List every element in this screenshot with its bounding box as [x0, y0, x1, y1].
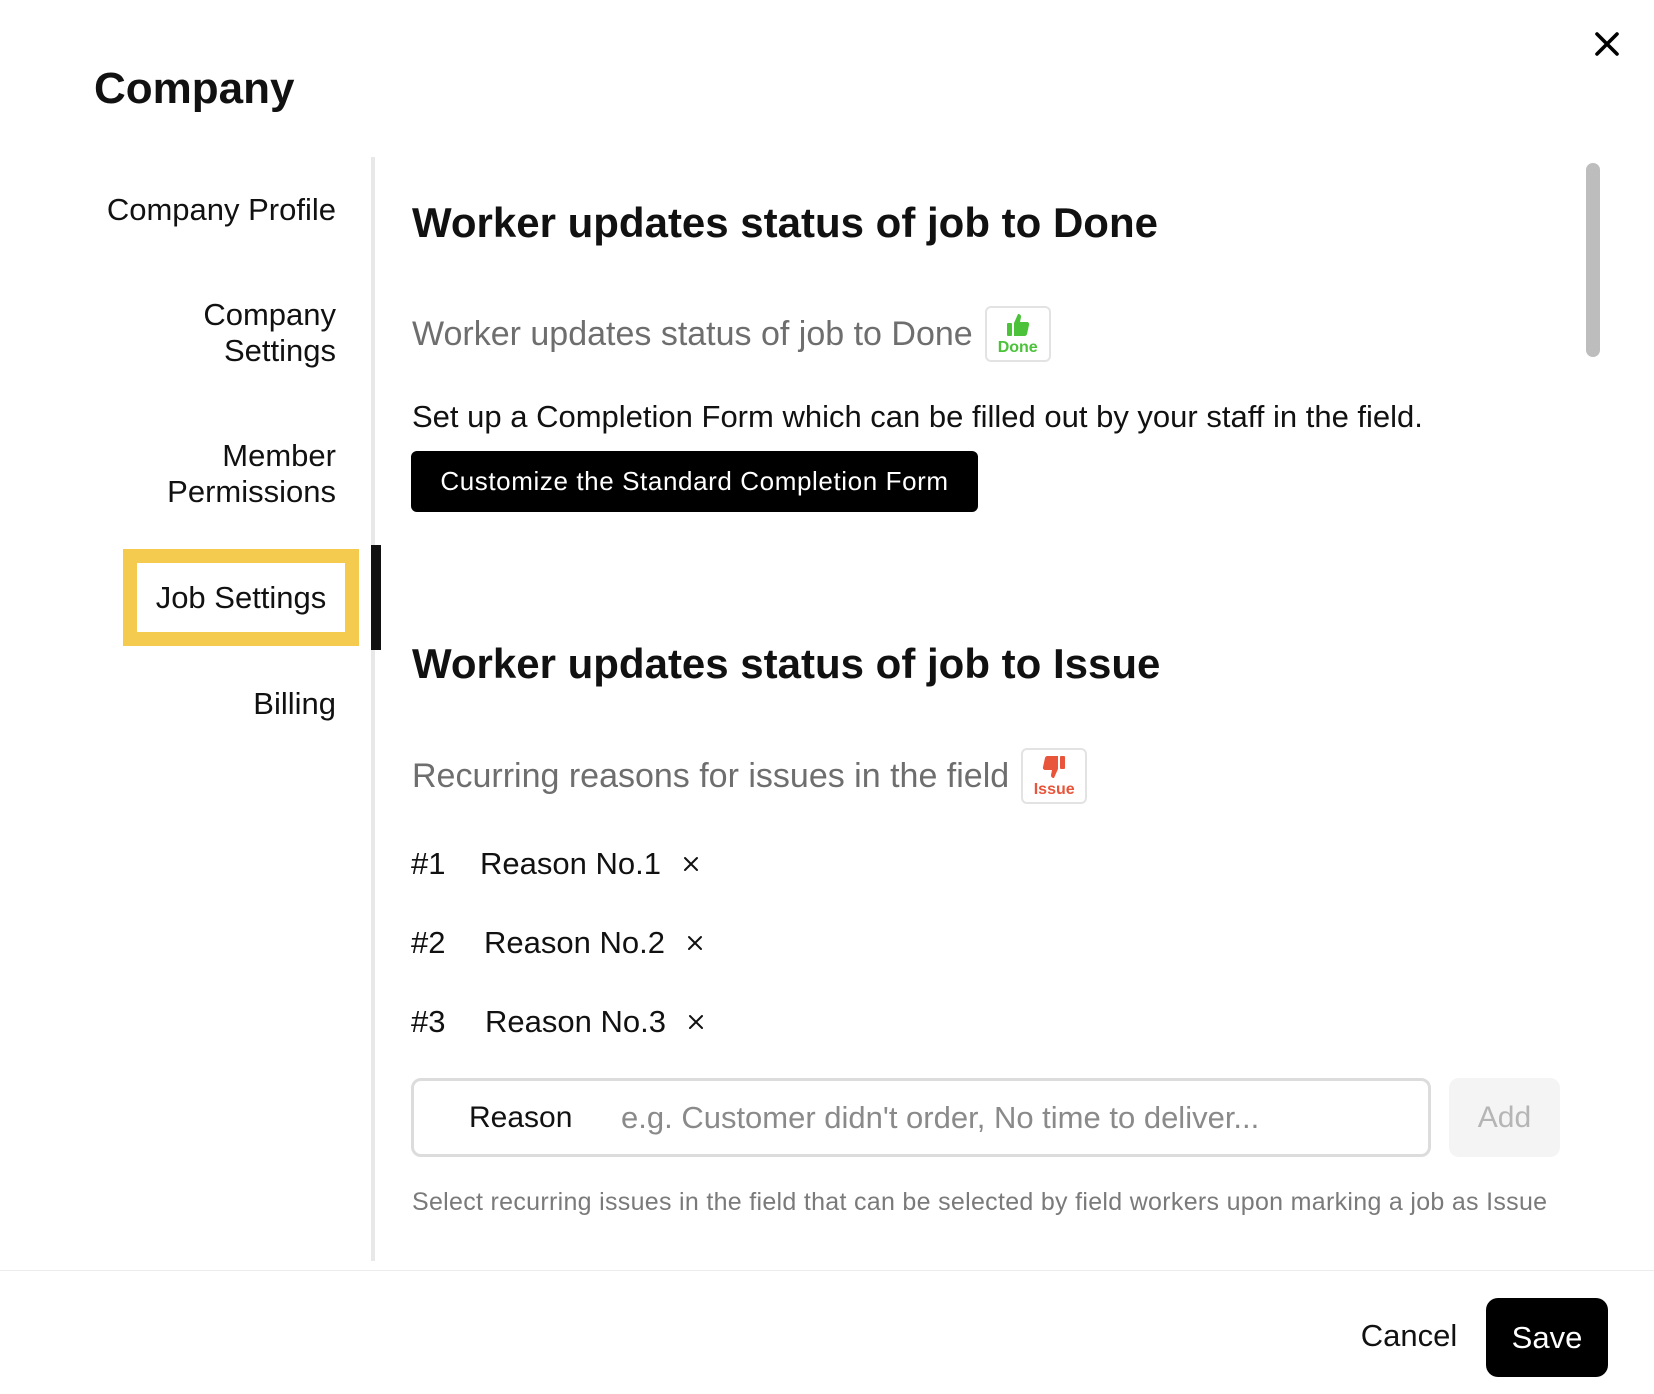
company-dialog: Company Company Profile Company Settings… [0, 0, 1654, 1394]
sidebar-item-label: Company Profile [106, 192, 336, 227]
sidebar-item-label: Job Settings [155, 579, 327, 615]
sidebar-item-member-permissions[interactable]: Member Permissions [167, 438, 336, 510]
cancel-button[interactable]: Cancel [1354, 1296, 1464, 1376]
sidebar-item-label: Member [222, 438, 336, 473]
done-badge-label: Done [997, 339, 1038, 356]
reason-number: #1 [411, 846, 446, 881]
sidebar-item-label: Billing [253, 686, 336, 721]
scrollbar-thumb[interactable] [1586, 163, 1600, 357]
sidebar-item-company-profile[interactable]: Company Profile [107, 192, 336, 228]
completion-form-description: Set up a Completion Form which can be fi… [412, 399, 1423, 434]
reason-input-label: Reason [469, 1100, 573, 1134]
reason-input[interactable] [621, 1099, 1381, 1136]
issue-badge-label: Issue [1033, 781, 1075, 798]
sidebar-item-job-settings[interactable]: Job Settings [123, 549, 359, 646]
thumbs-up-icon [1006, 314, 1029, 336]
reason-number: #3 [411, 1004, 446, 1039]
sidebar-active-indicator [371, 545, 381, 650]
remove-reason-button[interactable] [683, 844, 709, 871]
issue-section-heading: Worker updates status of job to Issue [412, 640, 1161, 687]
add-reason-button[interactable]: Add [1449, 1078, 1560, 1157]
remove-reason-button[interactable] [688, 1002, 714, 1029]
close-icon [1595, 32, 1619, 56]
reason-number: #2 [411, 925, 446, 960]
issue-section-subtitle: Recurring reasons for issues in the fiel… [412, 748, 1088, 804]
customize-completion-form-button[interactable]: Customize the Standard Completion Form [411, 451, 978, 512]
done-section-heading: Worker updates status of job to Done [412, 199, 1158, 246]
remove-reason-button[interactable] [687, 923, 713, 950]
save-button[interactable]: Save [1486, 1298, 1608, 1377]
close-icon [688, 1015, 703, 1029]
sidebar-item-label: Permissions [167, 474, 336, 509]
dialog-title: Company [94, 64, 295, 113]
sidebar-item-label: Settings [223, 333, 336, 368]
sidebar-item-billing[interactable]: Billing [253, 686, 336, 722]
sidebar-item-label: Company [203, 297, 336, 332]
done-subtitle-text: Worker updates status of job to Done [412, 314, 973, 353]
reason-input-field[interactable]: Reason [411, 1078, 1431, 1157]
reason-text: Reason No.3 [485, 1004, 666, 1039]
sidebar-item-company-settings[interactable]: Company Settings [203, 297, 336, 369]
done-section-subtitle: Worker updates status of job to Done Don… [412, 306, 1051, 362]
list-item: #2 Reason No.2 [411, 925, 713, 961]
list-item: #1 Reason No.1 [411, 846, 709, 882]
issue-status-badge: Issue [1021, 748, 1088, 804]
reason-text: Reason No.1 [480, 846, 661, 881]
issue-subtitle-text: Recurring reasons for issues in the fiel… [412, 756, 1010, 795]
close-icon [687, 936, 702, 950]
sidebar-divider [371, 157, 375, 1261]
list-item: #3 Reason No.3 [411, 1004, 714, 1040]
reason-help-text: Select recurring issues in the field tha… [412, 1188, 1548, 1216]
thumbs-down-icon [1043, 756, 1066, 778]
done-status-badge: Done [984, 306, 1051, 362]
reason-text: Reason No.2 [484, 925, 665, 960]
close-button[interactable] [1585, 22, 1629, 66]
close-icon [683, 857, 698, 871]
